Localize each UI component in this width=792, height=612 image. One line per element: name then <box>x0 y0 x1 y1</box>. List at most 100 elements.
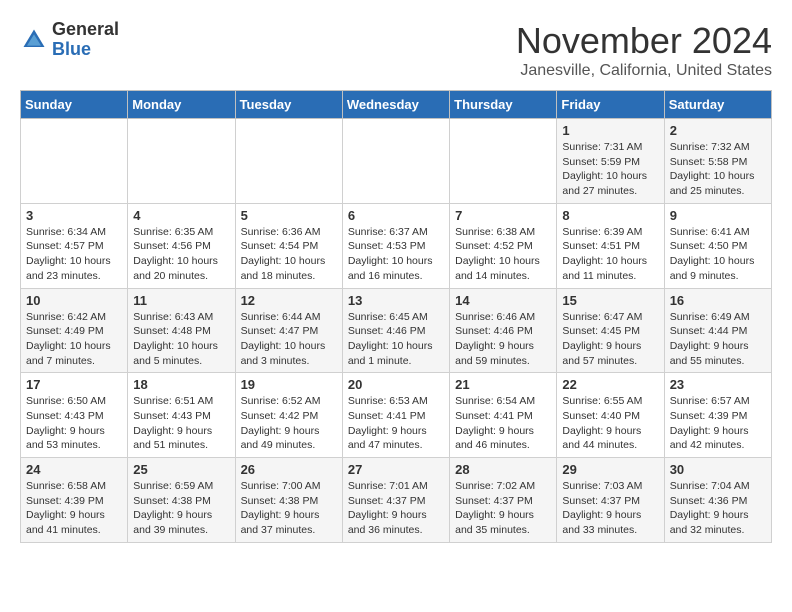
day-info: Sunrise: 6:47 AM Sunset: 4:45 PM Dayligh… <box>562 310 658 369</box>
calendar-cell: 13Sunrise: 6:45 AM Sunset: 4:46 PM Dayli… <box>342 288 449 373</box>
calendar-cell: 30Sunrise: 7:04 AM Sunset: 4:36 PM Dayli… <box>664 458 771 543</box>
calendar-cell <box>235 119 342 204</box>
day-info: Sunrise: 7:01 AM Sunset: 4:37 PM Dayligh… <box>348 479 444 538</box>
calendar-cell: 14Sunrise: 6:46 AM Sunset: 4:46 PM Dayli… <box>450 288 557 373</box>
header-day: Tuesday <box>235 91 342 119</box>
calendar-week-row: 1Sunrise: 7:31 AM Sunset: 5:59 PM Daylig… <box>21 119 772 204</box>
calendar-cell: 6Sunrise: 6:37 AM Sunset: 4:53 PM Daylig… <box>342 203 449 288</box>
calendar-cell: 26 Sunrise: 7:00 AM Sunset: 4:38 PM Dayli… <box>235 458 342 543</box>
day-number: 26 <box>241 462 337 477</box>
day-info: Sunrise: 6:36 AM Sunset: 4:54 PM Dayligh… <box>241 225 337 284</box>
day-number: 28 <box>455 462 551 477</box>
day-number: 15 <box>562 293 658 308</box>
calendar-week-row: 10Sunrise: 6:42 AM Sunset: 4:49 PM Dayli… <box>21 288 772 373</box>
calendar-cell: 19Sunrise: 6:52 AM Sunset: 4:42 PM Dayli… <box>235 373 342 458</box>
calendar-cell: 9Sunrise: 6:41 AM Sunset: 4:50 PM Daylig… <box>664 203 771 288</box>
header-day: Sunday <box>21 91 128 119</box>
day-info: Sunrise: 6:58 AM Sunset: 4:39 PM Dayligh… <box>26 479 122 538</box>
day-number: 1 <box>562 123 658 138</box>
day-number: 4 <box>133 208 229 223</box>
day-info: Sunrise: 6:55 AM Sunset: 4:40 PM Dayligh… <box>562 394 658 453</box>
day-number: 14 <box>455 293 551 308</box>
calendar-cell: 18 Sunrise: 6:51 AM Sunset: 4:43 PM Dayli… <box>128 373 235 458</box>
day-info: Sunrise: 6:44 AM Sunset: 4:47 PM Dayligh… <box>241 310 337 369</box>
calendar-week-row: 24 Sunrise: 6:58 AM Sunset: 4:39 PM Dayli… <box>21 458 772 543</box>
logo-general: General <box>52 20 119 40</box>
calendar-cell: 3Sunrise: 6:34 AM Sunset: 4:57 PM Daylig… <box>21 203 128 288</box>
calendar-cell: 21 Sunrise: 6:54 AM Sunset: 4:41 PM Dayli… <box>450 373 557 458</box>
header-day: Friday <box>557 91 664 119</box>
day-number: 20 <box>348 377 444 392</box>
logo-blue: Blue <box>52 40 119 60</box>
day-number: 22 <box>562 377 658 392</box>
calendar-cell: 23Sunrise: 6:57 AM Sunset: 4:39 PM Dayli… <box>664 373 771 458</box>
calendar-cell: 22 Sunrise: 6:55 AM Sunset: 4:40 PM Dayli… <box>557 373 664 458</box>
day-info: Sunrise: 6:52 AM Sunset: 4:42 PM Dayligh… <box>241 394 337 453</box>
calendar-week-row: 17Sunrise: 6:50 AM Sunset: 4:43 PM Dayli… <box>21 373 772 458</box>
calendar-body: 1Sunrise: 7:31 AM Sunset: 5:59 PM Daylig… <box>21 119 772 543</box>
day-info: Sunrise: 7:02 AM Sunset: 4:37 PM Dayligh… <box>455 479 551 538</box>
logo-icon <box>20 26 48 54</box>
day-number: 10 <box>26 293 122 308</box>
header-day: Wednesday <box>342 91 449 119</box>
day-number: 25 <box>133 462 229 477</box>
calendar-cell: 5 Sunrise: 6:36 AM Sunset: 4:54 PM Daylig… <box>235 203 342 288</box>
day-info: Sunrise: 6:35 AM Sunset: 4:56 PM Dayligh… <box>133 225 229 284</box>
calendar-cell: 24 Sunrise: 6:58 AM Sunset: 4:39 PM Dayli… <box>21 458 128 543</box>
calendar-cell <box>128 119 235 204</box>
header-day: Saturday <box>664 91 771 119</box>
calendar-cell: 7Sunrise: 6:38 AM Sunset: 4:52 PM Daylig… <box>450 203 557 288</box>
day-info: Sunrise: 7:03 AM Sunset: 4:37 PM Dayligh… <box>562 479 658 538</box>
calendar-cell: 4 Sunrise: 6:35 AM Sunset: 4:56 PM Daylig… <box>128 203 235 288</box>
logo-text: General Blue <box>52 20 119 60</box>
day-number: 12 <box>241 293 337 308</box>
day-number: 24 <box>26 462 122 477</box>
calendar-cell: 20 Sunrise: 6:53 AM Sunset: 4:41 PM Dayli… <box>342 373 449 458</box>
location: Janesville, California, United States <box>516 62 772 80</box>
day-number: 16 <box>670 293 766 308</box>
calendar-cell: 2Sunrise: 7:32 AM Sunset: 5:58 PM Daylig… <box>664 119 771 204</box>
day-info: Sunrise: 6:50 AM Sunset: 4:43 PM Dayligh… <box>26 394 122 453</box>
day-info: Sunrise: 6:53 AM Sunset: 4:41 PM Dayligh… <box>348 394 444 453</box>
calendar-table: SundayMondayTuesdayWednesdayThursdayFrid… <box>20 90 772 543</box>
calendar-header: SundayMondayTuesdayWednesdayThursdayFrid… <box>21 91 772 119</box>
calendar-cell: 28 Sunrise: 7:02 AM Sunset: 4:37 PM Dayli… <box>450 458 557 543</box>
day-number: 8 <box>562 208 658 223</box>
day-info: Sunrise: 6:37 AM Sunset: 4:53 PM Dayligh… <box>348 225 444 284</box>
header-day: Monday <box>128 91 235 119</box>
calendar-cell: 8 Sunrise: 6:39 AM Sunset: 4:51 PM Daylig… <box>557 203 664 288</box>
day-info: Sunrise: 7:32 AM Sunset: 5:58 PM Dayligh… <box>670 140 766 199</box>
calendar-cell: 1Sunrise: 7:31 AM Sunset: 5:59 PM Daylig… <box>557 119 664 204</box>
day-number: 21 <box>455 377 551 392</box>
day-info: Sunrise: 6:51 AM Sunset: 4:43 PM Dayligh… <box>133 394 229 453</box>
day-number: 18 <box>133 377 229 392</box>
calendar-cell: 17Sunrise: 6:50 AM Sunset: 4:43 PM Dayli… <box>21 373 128 458</box>
day-number: 5 <box>241 208 337 223</box>
calendar-cell: 27Sunrise: 7:01 AM Sunset: 4:37 PM Dayli… <box>342 458 449 543</box>
calendar-cell: 11 Sunrise: 6:43 AM Sunset: 4:48 PM Dayli… <box>128 288 235 373</box>
calendar-cell <box>21 119 128 204</box>
calendar-cell: 12 Sunrise: 6:44 AM Sunset: 4:47 PM Dayli… <box>235 288 342 373</box>
day-info: Sunrise: 6:43 AM Sunset: 4:48 PM Dayligh… <box>133 310 229 369</box>
calendar-cell: 29 Sunrise: 7:03 AM Sunset: 4:37 PM Dayli… <box>557 458 664 543</box>
day-info: Sunrise: 7:04 AM Sunset: 4:36 PM Dayligh… <box>670 479 766 538</box>
title-block: November 2024 Janesville, California, Un… <box>516 20 772 80</box>
calendar-cell: 15 Sunrise: 6:47 AM Sunset: 4:45 PM Dayli… <box>557 288 664 373</box>
day-info: Sunrise: 6:41 AM Sunset: 4:50 PM Dayligh… <box>670 225 766 284</box>
calendar-cell <box>450 119 557 204</box>
calendar-cell <box>342 119 449 204</box>
calendar-cell: 16 Sunrise: 6:49 AM Sunset: 4:44 PM Dayli… <box>664 288 771 373</box>
day-number: 3 <box>26 208 122 223</box>
day-info: Sunrise: 6:39 AM Sunset: 4:51 PM Dayligh… <box>562 225 658 284</box>
logo: General Blue <box>20 20 119 60</box>
day-info: Sunrise: 6:38 AM Sunset: 4:52 PM Dayligh… <box>455 225 551 284</box>
header-day: Thursday <box>450 91 557 119</box>
day-number: 29 <box>562 462 658 477</box>
day-number: 11 <box>133 293 229 308</box>
day-info: Sunrise: 6:49 AM Sunset: 4:44 PM Dayligh… <box>670 310 766 369</box>
header-row: SundayMondayTuesdayWednesdayThursdayFrid… <box>21 91 772 119</box>
day-info: Sunrise: 6:54 AM Sunset: 4:41 PM Dayligh… <box>455 394 551 453</box>
calendar-cell: 10Sunrise: 6:42 AM Sunset: 4:49 PM Dayli… <box>21 288 128 373</box>
day-info: Sunrise: 7:00 AM Sunset: 4:38 PM Dayligh… <box>241 479 337 538</box>
calendar-week-row: 3Sunrise: 6:34 AM Sunset: 4:57 PM Daylig… <box>21 203 772 288</box>
